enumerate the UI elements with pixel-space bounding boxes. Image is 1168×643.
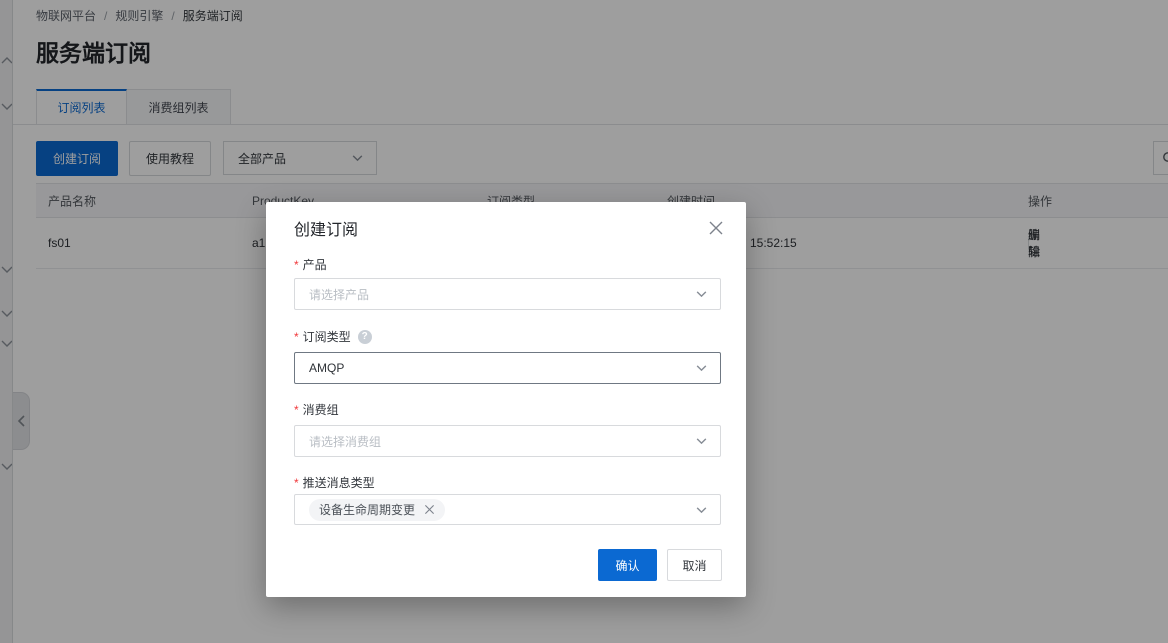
subscription-type-select[interactable]: AMQP: [294, 352, 721, 384]
select-placeholder: 请选择产品: [295, 286, 369, 303]
tag-label: 设备生命周期变更: [319, 501, 415, 518]
chevron-down-icon: [695, 435, 708, 448]
required-marker: *: [294, 403, 299, 417]
cancel-button[interactable]: 取消: [667, 549, 722, 581]
page: 物联网平台 / 规则引擎 / 服务端订阅 服务端订阅 订阅列表 消费组列表 创建…: [0, 0, 1168, 643]
consumer-group-select[interactable]: 请选择消费组: [294, 425, 721, 457]
field-label-text: 推送消息类型: [303, 474, 375, 491]
close-icon[interactable]: [706, 218, 726, 238]
field-label-text: 订阅类型: [303, 328, 351, 345]
help-icon[interactable]: ?: [358, 330, 372, 344]
tag-remove-icon[interactable]: [424, 504, 435, 515]
required-marker: *: [294, 476, 299, 490]
chevron-down-icon: [695, 288, 708, 301]
required-marker: *: [294, 330, 299, 344]
selected-tag: 设备生命周期变更: [309, 499, 445, 521]
push-message-type-multiselect[interactable]: 设备生命周期变更: [294, 494, 721, 525]
chevron-down-icon: [695, 362, 708, 375]
chevron-down-icon: [695, 503, 708, 516]
create-subscription-modal: 创建订阅 * 产品 请选择产品 * 订阅类型 ? AMQP * 消费组: [266, 202, 746, 597]
select-placeholder: 请选择消费组: [295, 433, 381, 450]
field-label-subscription-type: * 订阅类型 ?: [294, 328, 372, 345]
product-select[interactable]: 请选择产品: [294, 278, 721, 310]
field-label-push-message-type: * 推送消息类型: [294, 474, 375, 491]
confirm-button[interactable]: 确认: [598, 549, 657, 581]
modal-title: 创建订阅: [294, 216, 358, 240]
field-label-consumer-group: * 消费组: [294, 401, 339, 418]
field-label-text: 产品: [303, 256, 327, 273]
select-value: AMQP: [295, 361, 344, 375]
field-label-text: 消费组: [303, 401, 339, 418]
required-marker: *: [294, 258, 299, 272]
field-label-product: * 产品: [294, 256, 327, 273]
